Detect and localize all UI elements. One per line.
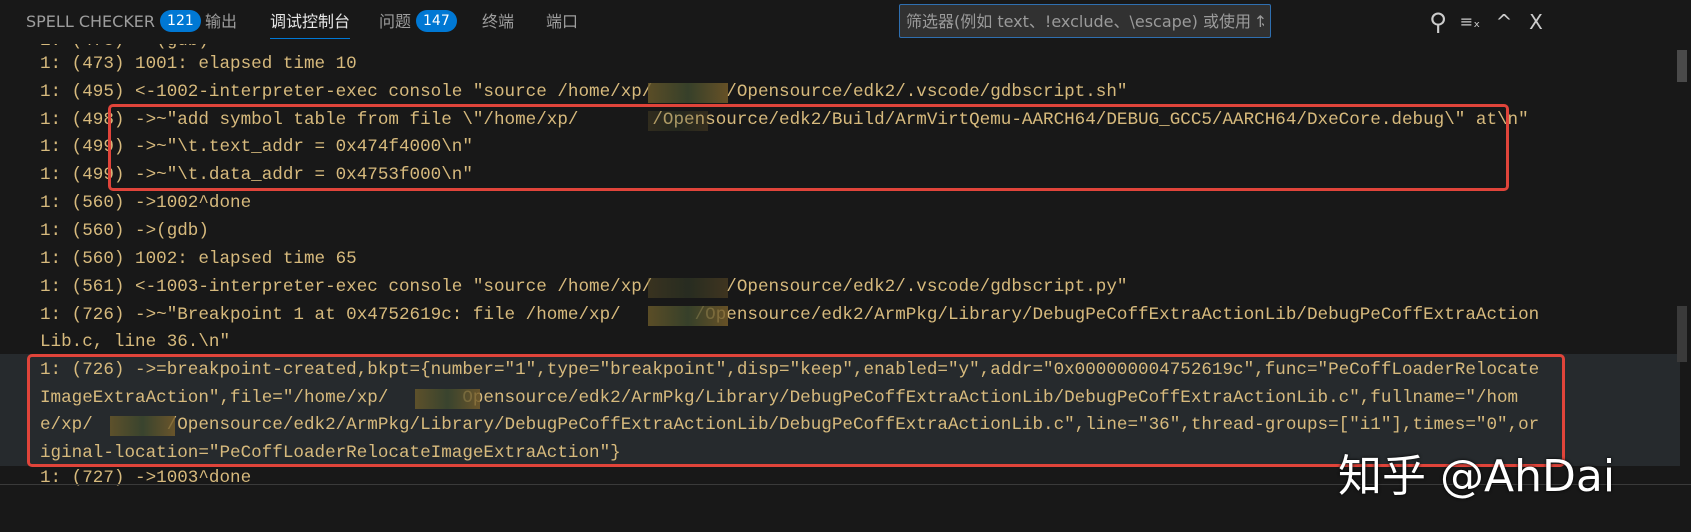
- console-line: 1: (473) 1001: elapsed time 10: [40, 54, 357, 74]
- tab-label: 问题: [379, 12, 412, 31]
- chevron-up-icon[interactable]: ^: [1490, 7, 1518, 37]
- console-line: 1: (561) <-1003-interpreter-exec console…: [40, 277, 1128, 297]
- tab-label: 端口: [546, 12, 579, 31]
- search-icon[interactable]: ⚲: [1424, 7, 1452, 37]
- console-line: 1: (727) ->1003^done: [40, 468, 252, 488]
- tab-ports[interactable]: 端口: [546, 0, 578, 44]
- filter-box: [899, 4, 1271, 38]
- redacted-block: [648, 83, 728, 103]
- close-icon[interactable]: X: [1522, 7, 1550, 37]
- count-badge: 147: [416, 9, 457, 32]
- annotation-box-symbol-table: [108, 104, 1509, 191]
- tab-label: 调试控制台: [270, 12, 351, 31]
- tab-label: SPELL CHECKER: [26, 12, 156, 31]
- count-badge: 121: [160, 9, 201, 32]
- console-line: Lib.c, line 36.\n": [40, 332, 231, 352]
- scrollbar-thumb-marker: [1677, 306, 1687, 362]
- watermark: 知乎 @AhDai: [1338, 451, 1616, 502]
- console-line: 1: (560) ->1002^done: [40, 193, 252, 213]
- annotation-box-breakpoint: [27, 354, 1565, 467]
- clear-console-icon[interactable]: ≡ₓ: [1456, 7, 1484, 37]
- tab-output[interactable]: 输出: [205, 0, 237, 44]
- tab-problems[interactable]: 问题 147: [379, 0, 457, 44]
- redacted-block: [648, 278, 728, 298]
- console-line: 1: (473) ->(gdb): [40, 44, 209, 52]
- tab-debug-console[interactable]: 调试控制台: [270, 0, 351, 44]
- tab-label: 终端: [482, 12, 515, 31]
- console-line: 1: (495) <-1002-interpreter-exec console…: [40, 82, 1128, 102]
- console-line: 1: (560) 1002: elapsed time 65: [40, 249, 357, 269]
- console-line: 1: (560) ->(gdb): [40, 221, 209, 241]
- console-line: 1: (726) ->~"Breakpoint 1 at 0x4752619c:…: [40, 305, 1540, 325]
- tab-spell-checker[interactable]: SPELL CHECKER 121: [26, 0, 201, 44]
- scrollbar-thumb[interactable]: [1677, 50, 1687, 82]
- tab-label: 输出: [205, 12, 238, 31]
- filter-input[interactable]: [900, 5, 1270, 37]
- redacted-block: [648, 306, 728, 326]
- tab-terminal[interactable]: 终端: [482, 0, 514, 44]
- panel-tab-bar: SPELL CHECKER121 输出 调试控制台 问题147 终端 端口 ⚲ …: [0, 0, 1691, 44]
